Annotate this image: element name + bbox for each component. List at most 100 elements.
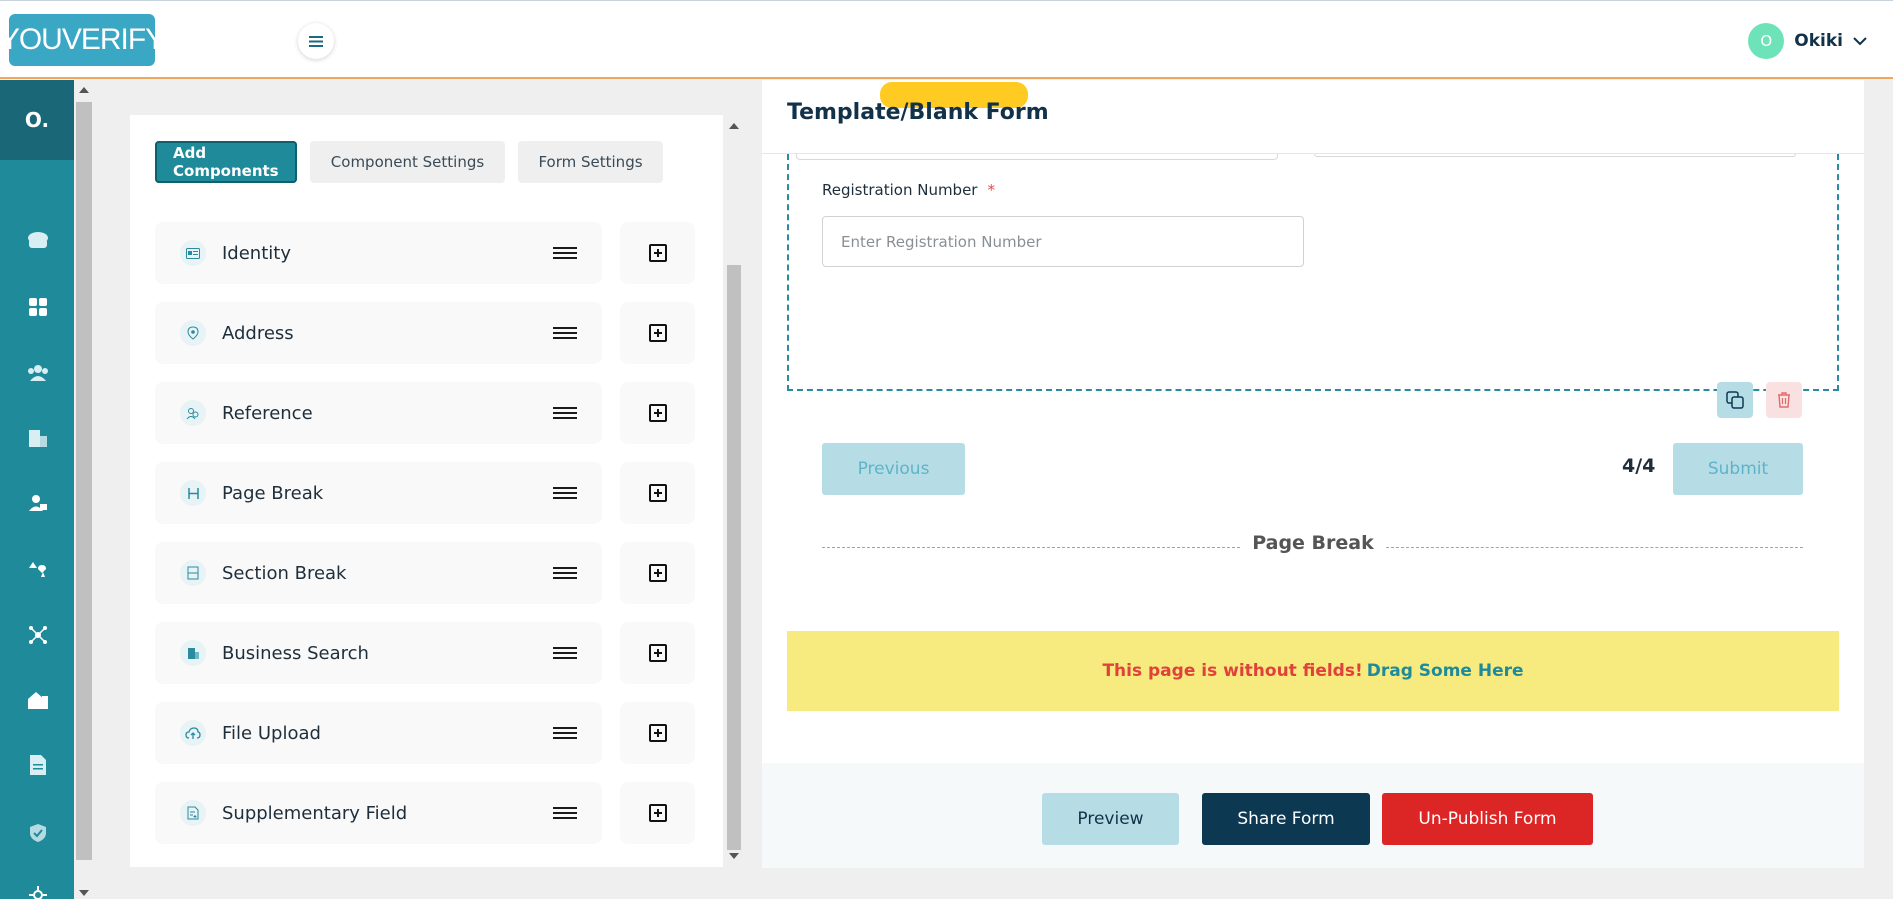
scroll-thumb[interactable] (727, 265, 741, 850)
tab-form-settings[interactable]: Form Settings (518, 141, 663, 183)
menu-toggle-button[interactable] (298, 23, 334, 59)
plus-square-icon (648, 644, 667, 662)
component-card[interactable]: Section Break (155, 542, 602, 604)
component-item-page-break[interactable]: Page Break (155, 462, 695, 524)
add-component-button[interactable] (620, 382, 695, 444)
duplicate-button[interactable] (1717, 382, 1753, 418)
user-card-icon[interactable] (27, 492, 49, 514)
drag-handle-icon[interactable] (552, 647, 578, 659)
text-input-partial[interactable] (1314, 154, 1796, 157)
dashboard-icon[interactable] (27, 230, 49, 252)
drag-handle-icon[interactable] (552, 487, 578, 499)
scroll-thumb[interactable] (76, 102, 92, 860)
user-menu[interactable]: O Okiki (1748, 23, 1867, 59)
delete-button[interactable] (1766, 382, 1802, 418)
tab-component-settings[interactable]: Component Settings (310, 141, 505, 183)
sidebar-scrollbar[interactable] (76, 84, 92, 899)
doc-plus-icon (180, 800, 206, 826)
required-asterisk: * (987, 181, 995, 199)
registration-number-input[interactable] (822, 216, 1304, 267)
component-card[interactable]: Supplementary Field (155, 782, 602, 844)
component-item-business-search[interactable]: Business Search (155, 622, 695, 684)
drag-handle-icon[interactable] (552, 727, 578, 739)
empty-page-dropzone[interactable]: This page is without fields! Drag Some H… (787, 631, 1839, 711)
add-component-button[interactable] (620, 462, 695, 524)
preview-button[interactable]: Preview (1042, 793, 1179, 845)
component-card[interactable]: Address (155, 302, 602, 364)
component-label: Section Break (222, 562, 347, 584)
trash-icon (1778, 392, 1790, 408)
drag-handle-icon[interactable] (552, 407, 578, 419)
add-component-button[interactable] (620, 782, 695, 844)
people-icon (180, 400, 206, 426)
id-card-icon (180, 240, 206, 266)
scroll-down-arrow-icon[interactable] (79, 890, 89, 896)
component-card[interactable]: Reference (155, 382, 602, 444)
page-break-line (822, 547, 1240, 548)
previous-button[interactable]: Previous (822, 443, 965, 495)
youverify-logo[interactable]: YOUVERIFY (0, 14, 165, 66)
plus-square-icon (648, 244, 667, 262)
drag-handle-icon[interactable] (552, 247, 578, 259)
copy-icon (1726, 391, 1744, 409)
scroll-down-arrow-icon[interactable] (729, 853, 739, 859)
sidebar-rail: O. (0, 80, 74, 899)
scale-icon[interactable] (27, 558, 49, 580)
components-panel: Add Components Component Settings Form S… (130, 115, 741, 867)
home-icon[interactable] (27, 689, 49, 711)
component-card[interactable]: Identity (155, 222, 602, 284)
component-card[interactable]: Business Search (155, 622, 602, 684)
drag-handle-icon[interactable] (552, 567, 578, 579)
drag-handle-icon[interactable] (552, 807, 578, 819)
hamburger-icon (309, 35, 323, 47)
drag-here-link[interactable]: Drag Some Here (1367, 661, 1524, 681)
add-component-button[interactable] (620, 622, 695, 684)
submit-button[interactable]: Submit (1673, 443, 1803, 495)
component-item-file-upload[interactable]: File Upload (155, 702, 695, 764)
scroll-up-arrow-icon[interactable] (729, 123, 739, 129)
component-label: Supplementary Field (222, 802, 408, 824)
apps-icon[interactable] (27, 296, 49, 318)
component-label: Identity (222, 242, 291, 264)
text-input-partial[interactable] (796, 154, 1278, 160)
tab-add-components[interactable]: Add Components (155, 141, 297, 183)
component-item-reference[interactable]: Reference (155, 382, 695, 444)
panel-scrollbar[interactable] (725, 115, 743, 867)
plus-square-icon (648, 324, 667, 342)
drag-handle-icon[interactable] (552, 327, 578, 339)
scroll-up-arrow-icon[interactable] (79, 87, 89, 93)
add-component-button[interactable] (620, 222, 695, 284)
component-label: File Upload (222, 722, 321, 744)
plus-square-icon (648, 404, 667, 422)
component-item-identity[interactable]: Identity (155, 222, 695, 284)
building-icon[interactable] (27, 427, 49, 449)
page-title: Template/Blank Form (787, 100, 1049, 125)
component-card[interactable]: Page Break (155, 462, 602, 524)
page-break-icon (180, 480, 206, 506)
component-item-address[interactable]: Address (155, 302, 695, 364)
add-component-button[interactable] (620, 542, 695, 604)
document-icon[interactable] (27, 754, 49, 776)
share-form-button[interactable]: Share Form (1202, 793, 1370, 845)
plus-square-icon (648, 804, 667, 822)
org-switcher[interactable]: O. (0, 80, 74, 160)
component-label: Reference (222, 402, 313, 424)
network-icon[interactable] (27, 624, 49, 646)
field-label-text: Registration Number (822, 181, 978, 199)
form-preview: Template/Blank Form Registration Number *… (762, 80, 1864, 868)
page-break-label: Page Break (1252, 532, 1374, 554)
users-icon[interactable] (27, 362, 49, 384)
unpublish-form-button[interactable]: Un-Publish Form (1382, 793, 1593, 845)
component-item-section-break[interactable]: Section Break (155, 542, 695, 604)
empty-page-warning: This page is without fields! (1102, 661, 1363, 681)
add-component-button[interactable] (620, 702, 695, 764)
component-item-supplementary-field[interactable]: Supplementary Field (155, 782, 695, 844)
shield-icon[interactable] (27, 822, 49, 844)
settings-icon[interactable] (27, 884, 49, 899)
add-component-button[interactable] (620, 302, 695, 364)
building-icon (180, 640, 206, 666)
plus-square-icon (648, 724, 667, 742)
chevron-down-icon (1853, 36, 1867, 45)
component-label: Address (222, 322, 294, 344)
component-card[interactable]: File Upload (155, 702, 602, 764)
